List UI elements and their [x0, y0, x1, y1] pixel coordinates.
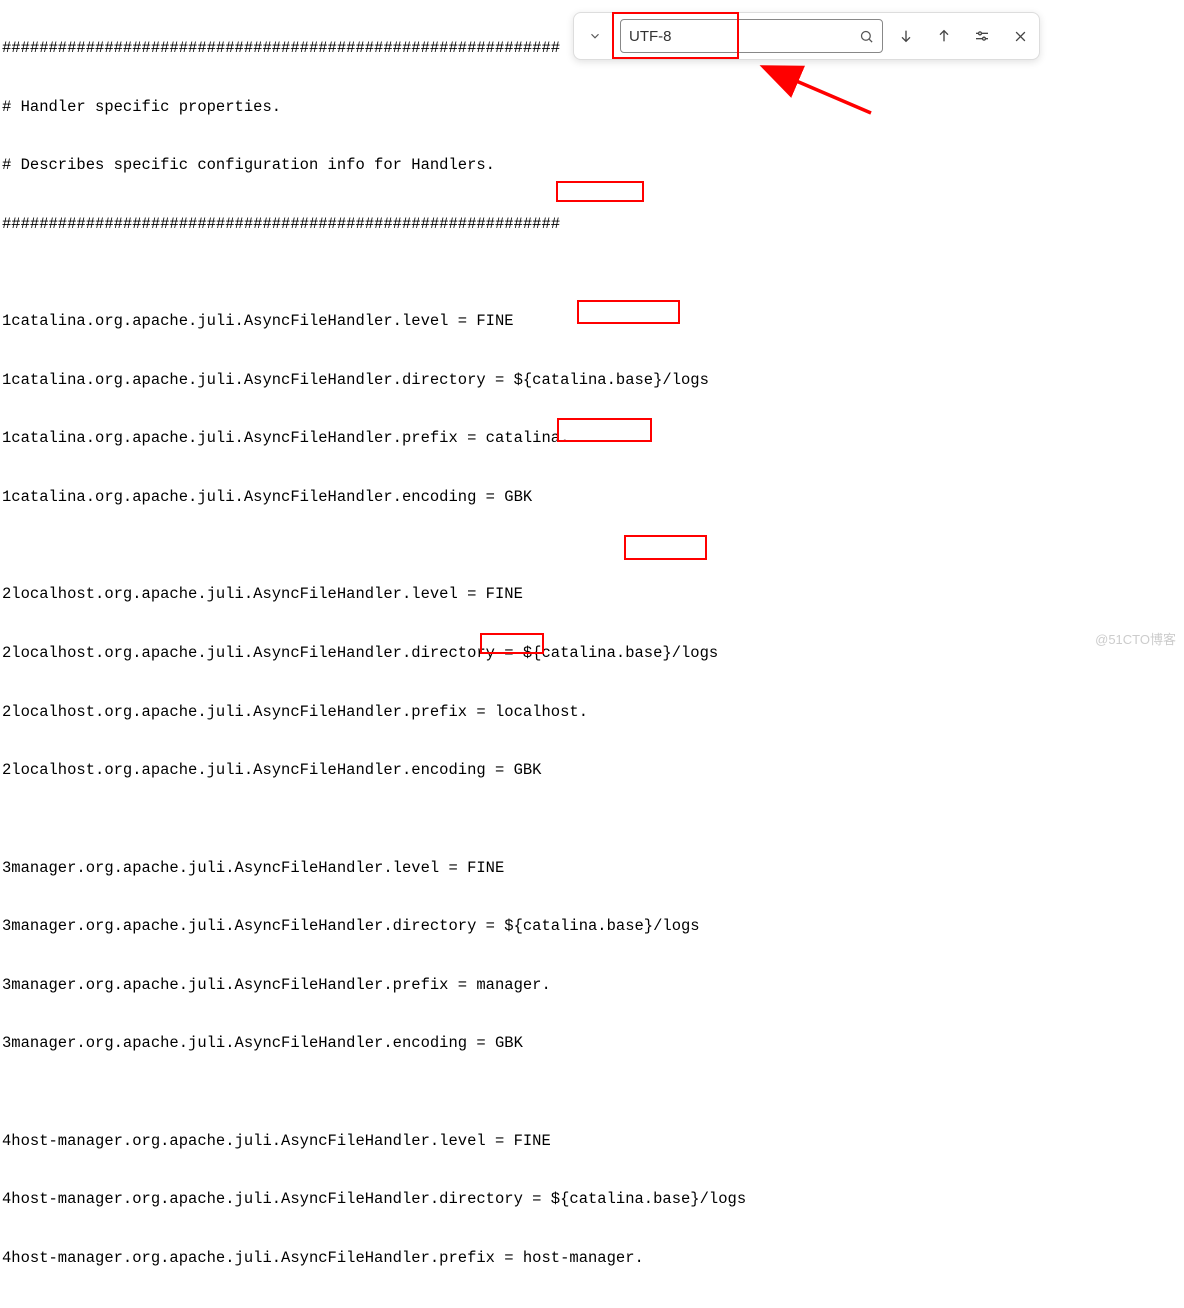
find-close-button[interactable]: [1001, 13, 1039, 59]
code-line: 1catalina.org.apache.juli.AsyncFileHandl…: [2, 488, 1182, 508]
code-line: 3manager.org.apache.juli.AsyncFileHandle…: [2, 976, 1182, 996]
code-line: # Describes specific configuration info …: [2, 156, 1182, 176]
code-line: 1catalina.org.apache.juli.AsyncFileHandl…: [2, 312, 1182, 332]
search-icon[interactable]: [859, 29, 874, 44]
find-expand-button[interactable]: [574, 13, 616, 59]
code-line: 2localhost.org.apache.juli.AsyncFileHand…: [2, 761, 1182, 781]
arrow-up-icon: [936, 28, 952, 44]
code-line: 3manager.org.apache.juli.AsyncFileHandle…: [2, 917, 1182, 937]
code-line: 4host-manager.org.apache.juli.AsyncFileH…: [2, 1249, 1182, 1269]
find-next-button[interactable]: [887, 13, 925, 59]
find-options-button[interactable]: [963, 13, 1001, 59]
sliders-icon: [974, 28, 990, 44]
code-line: 3manager.org.apache.juli.AsyncFileHandle…: [2, 859, 1182, 879]
code-line: # Handler specific properties.: [2, 98, 1182, 118]
code-line: ########################################…: [2, 215, 1182, 235]
close-icon: [1013, 29, 1028, 44]
find-previous-button[interactable]: [925, 13, 963, 59]
chevron-down-icon: [588, 29, 602, 43]
code-line: 3manager.org.apache.juli.AsyncFileHandle…: [2, 1034, 1182, 1054]
arrow-down-icon: [898, 28, 914, 44]
code-line: 2localhost.org.apache.juli.AsyncFileHand…: [2, 585, 1182, 605]
code-line: 4host-manager.org.apache.juli.AsyncFileH…: [2, 1190, 1182, 1210]
find-bar: [573, 12, 1040, 60]
find-input-wrapper: [620, 19, 883, 53]
code-line: 4host-manager.org.apache.juli.AsyncFileH…: [2, 1132, 1182, 1152]
code-line: 1catalina.org.apache.juli.AsyncFileHandl…: [2, 371, 1182, 391]
editor-content: ########################################…: [0, 0, 1184, 1308]
code-line: 2localhost.org.apache.juli.AsyncFileHand…: [2, 703, 1182, 723]
code-line: 1catalina.org.apache.juli.AsyncFileHandl…: [2, 429, 1182, 449]
find-input[interactable]: [629, 28, 859, 45]
